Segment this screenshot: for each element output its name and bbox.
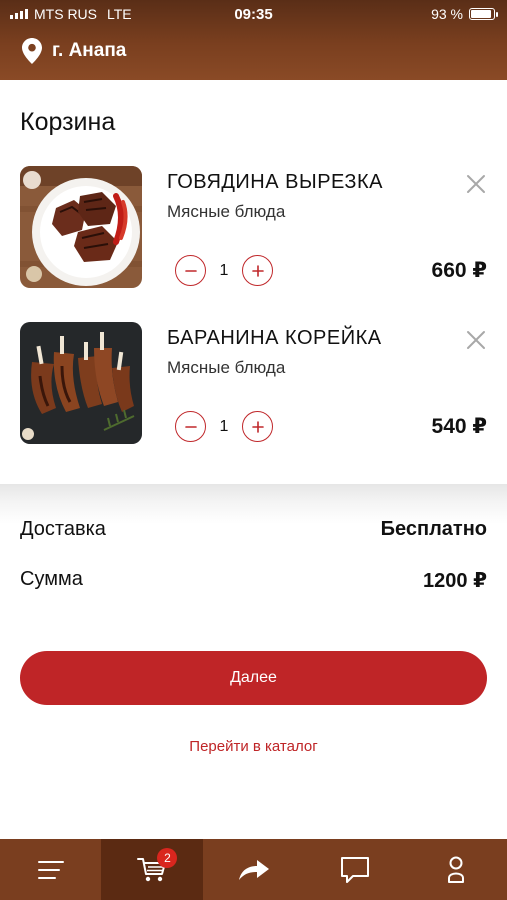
- increase-quantity-button[interactable]: [242, 411, 273, 442]
- share-icon: [238, 859, 269, 880]
- battery-fill: [471, 10, 491, 18]
- next-button[interactable]: Далее: [20, 651, 487, 705]
- battery-icon: [469, 8, 498, 20]
- quantity-value: 1: [219, 261, 229, 279]
- battery-percent: 93 %: [431, 6, 463, 22]
- lamb-chops-image: [20, 322, 142, 444]
- location-pin-icon: [22, 38, 42, 64]
- delivery-row: Доставка Бесплатно: [20, 518, 487, 546]
- app-header: MTS RUS LTE 09:35 93 % г. Анапа: [0, 0, 507, 80]
- profile-icon: [448, 856, 465, 883]
- plus-icon: [251, 420, 264, 433]
- cart-count-badge: 2: [157, 848, 178, 868]
- product-image-beef[interactable]: [20, 166, 142, 288]
- close-icon: [467, 175, 485, 193]
- tab-cart[interactable]: 2: [101, 839, 203, 900]
- minus-icon: [184, 425, 197, 428]
- quantity-value: 1: [219, 417, 229, 435]
- total-value: 1200 ₽: [423, 570, 487, 592]
- city-label: г. Анапа: [52, 40, 127, 61]
- remove-item-button[interactable]: [464, 172, 488, 196]
- remove-item-button[interactable]: [464, 328, 488, 352]
- tab-share[interactable]: [203, 839, 304, 900]
- tab-profile[interactable]: [406, 839, 507, 900]
- tab-menu[interactable]: [0, 839, 101, 900]
- close-icon: [467, 331, 485, 349]
- total-label: Сумма: [20, 568, 83, 590]
- chat-icon: [340, 856, 369, 883]
- bottom-tab-bar: 2: [0, 839, 507, 900]
- quantity-stepper: 1: [175, 255, 273, 286]
- item-category: Мясные блюда: [167, 202, 286, 221]
- decrease-quantity-button[interactable]: [175, 255, 206, 286]
- go-to-catalog-link[interactable]: Перейти в каталог: [0, 738, 507, 755]
- quantity-stepper: 1: [175, 411, 273, 442]
- total-row: Сумма 1200 ₽: [20, 568, 487, 596]
- page-title: Корзина: [20, 108, 116, 136]
- tab-chat[interactable]: [304, 839, 405, 900]
- cart-item: БАРАНИНА КОРЕЙКА Мясные блюда 1 540 ₽: [0, 322, 507, 448]
- decrease-quantity-button[interactable]: [175, 411, 206, 442]
- item-category: Мясные блюда: [167, 358, 286, 377]
- beef-steak-image: [20, 166, 142, 288]
- delivery-label: Доставка: [20, 518, 106, 540]
- cart-item: ГОВЯДИНА ВЫРЕЗКА Мясные блюда 1 660 ₽: [0, 166, 507, 292]
- item-price: 540 ₽: [431, 415, 487, 438]
- city-selector[interactable]: г. Анапа: [22, 38, 126, 64]
- item-price: 660 ₽: [431, 259, 487, 282]
- item-name: ГОВЯДИНА ВЫРЕЗКА: [167, 171, 383, 193]
- delivery-value: Бесплатно: [380, 518, 487, 540]
- product-image-lamb[interactable]: [20, 322, 142, 444]
- item-name: БАРАНИНА КОРЕЙКА: [167, 327, 382, 349]
- status-bar: MTS RUS LTE 09:35 93 %: [0, 0, 507, 28]
- plus-icon: [251, 264, 264, 277]
- status-right: 93 %: [431, 6, 498, 22]
- menu-icon: [37, 860, 64, 879]
- increase-quantity-button[interactable]: [242, 255, 273, 286]
- minus-icon: [184, 269, 197, 272]
